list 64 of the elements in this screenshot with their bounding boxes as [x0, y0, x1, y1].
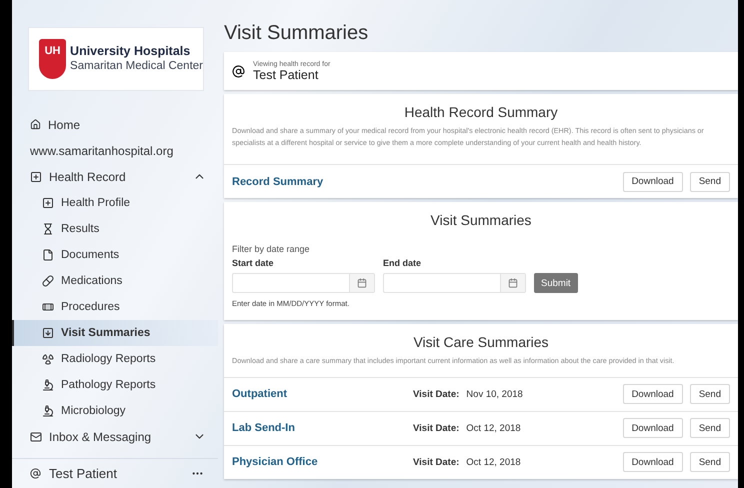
nav-item[interactable]: Microbiology — [12, 398, 218, 424]
send-button[interactable]: Send — [690, 384, 730, 404]
download-button[interactable]: Download — [622, 384, 683, 404]
field-label: Start date — [232, 258, 275, 268]
date-label: Visit Date: — [413, 456, 460, 468]
at-sign-icon — [232, 64, 245, 78]
visit-link[interactable]: Lab Send-In — [232, 422, 295, 434]
visit-date: Oct 12, 2018 — [466, 456, 521, 468]
visit-date: Nov 10, 2018 — [466, 388, 523, 400]
download-button[interactable]: Download — [622, 452, 683, 472]
mail-icon — [30, 430, 42, 443]
calendar-icon — [508, 278, 518, 288]
pill-icon — [42, 274, 54, 287]
microscope-icon — [42, 404, 54, 417]
calendar-icon — [357, 278, 367, 288]
nav-group[interactable]: Inbox & Messaging — [12, 424, 218, 450]
logo-subtitle: Samaritan Medical Center — [70, 58, 203, 74]
card-title: Visit Summaries — [430, 212, 532, 228]
download-button[interactable]: Download — [622, 418, 683, 438]
bandage-icon — [42, 300, 54, 313]
at-sign-icon — [30, 468, 41, 479]
home-icon — [30, 119, 41, 130]
document-icon — [42, 248, 54, 261]
logo-name: University Hospitals — [70, 44, 192, 59]
date-field[interactable] — [383, 273, 526, 293]
radiation-icon — [42, 352, 54, 365]
nav-group[interactable]: Health Record — [12, 164, 218, 190]
download-box-icon — [42, 326, 54, 339]
send-button[interactable]: Send — [690, 172, 730, 192]
card-title: Visit Care Summaries — [412, 334, 550, 350]
nav-item[interactable]: Results — [12, 216, 218, 242]
nav-item[interactable]: Procedures — [12, 294, 218, 320]
date-label: Visit Date: — [413, 422, 460, 434]
send-button[interactable]: Send — [690, 418, 730, 438]
hourglass-icon — [42, 222, 54, 235]
user-menu[interactable]: Test Patient — [12, 458, 218, 488]
nav-item[interactable]: Visit Summaries — [12, 320, 218, 346]
plus-box-icon — [30, 170, 42, 183]
send-button[interactable]: Send — [690, 452, 730, 472]
download-button[interactable]: Download — [622, 172, 683, 192]
calendar-button[interactable] — [349, 274, 374, 292]
nav-item[interactable]: Radiology Reports — [12, 346, 218, 372]
visit-link[interactable]: Outpatient — [232, 388, 287, 400]
plus-box-icon — [42, 196, 54, 209]
nav-item[interactable]: Home — [12, 112, 218, 138]
website-link[interactable]: www.samaritanhospital.org — [12, 138, 218, 164]
page-title: Visit Summaries — [224, 21, 370, 46]
record-link[interactable]: Record Summary — [232, 176, 324, 188]
microscope-icon — [42, 378, 54, 391]
visit-date: Oct 12, 2018 — [466, 422, 521, 434]
nav-item[interactable]: Health Profile — [12, 190, 218, 216]
card-title: Health Record Summary — [403, 104, 559, 120]
date-label: Visit Date: — [413, 388, 460, 400]
logo-mark: UH — [39, 38, 66, 79]
nav-item[interactable]: Documents — [12, 242, 218, 268]
nav-item[interactable]: Pathology Reports — [12, 372, 218, 398]
visit-link[interactable]: Physician Office — [232, 456, 318, 468]
submit-button[interactable]: Submit — [534, 273, 578, 293]
calendar-button[interactable] — [500, 274, 525, 292]
date-field[interactable] — [232, 273, 375, 293]
filter-caption: Filter by date range — [232, 244, 311, 254]
nav-item[interactable]: Medications — [12, 268, 218, 294]
field-label: End date — [383, 258, 422, 268]
patient-name: Test Patient — [253, 68, 320, 82]
